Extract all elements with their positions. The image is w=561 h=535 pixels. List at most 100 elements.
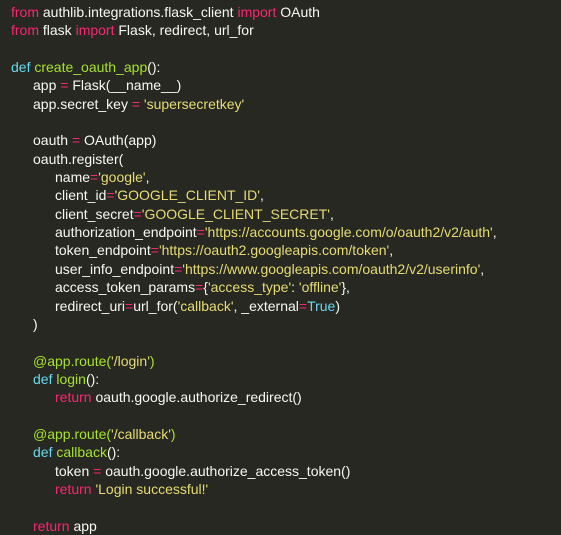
code-token: ) [335,297,341,314]
code-line: ) [11,315,561,333]
code-token: @app.route( [33,352,112,369]
code-token: = [90,169,99,186]
code-token: }, [341,279,350,296]
code-token: 'supersecretkey' [143,95,245,112]
code-line: return oauth.google.authorize_redirect() [11,388,561,406]
code-token: = [125,297,134,314]
code-token: return [55,389,92,406]
code-token: client_secret [55,205,134,222]
code-token: : [291,279,299,296]
code-token: OAuth(app) [80,132,157,149]
code-token: authorization_endpoint [55,224,197,241]
code-line: return 'Login successful!' [11,480,561,498]
code-token: name [55,169,91,186]
code-token: Flask(__name__) [68,77,182,94]
code-line: oauth = OAuth(app) [11,131,561,149]
code-editor[interactable]: from authlib.integrations.flask_client i… [0,0,561,534]
code-line: def create_oauth_app(): [11,58,561,76]
code-token: ) [149,352,155,369]
code-token: oauth.google.authorize_access_token() [101,462,351,479]
code-line: from flask import Flask, redirect, url_f… [11,21,561,39]
code-token: flask [39,22,76,39]
code-token: def [33,444,53,461]
code-token: def [33,370,53,387]
code-line: client_id='GOOGLE_CLIENT_ID', [11,186,561,204]
code-line: name='google', [11,168,561,186]
code-token: , [389,242,394,259]
code-line: def callback(): [11,443,561,461]
code-token: create_oauth_app [34,59,148,76]
code-token: , [492,224,497,241]
code-token: authlib.integrations.flask_client [39,4,238,20]
code-line: access_token_params={'access_type': 'off… [11,278,561,296]
code-token: 'google' [98,169,146,186]
code-token: oauth.register( [33,150,124,167]
code-token: import [237,4,277,20]
code-line: user_info_endpoint='https://www.googleap… [11,260,561,278]
code-token: , [329,205,334,222]
code-token: , [145,169,150,186]
code-token: = [196,224,205,241]
code-line: def login(): [11,370,561,388]
code-line: app = Flask(__name__) [11,76,561,94]
code-line: @app.route('/callback') [11,425,561,443]
code-token: 'https://www.googleapis.com/oauth2/v2/us… [182,260,481,277]
code-token: = [150,242,159,259]
code-token: = [106,187,115,204]
code-token: oauth.google.authorize_redirect() [91,389,302,406]
code-token: app.secret_key [33,95,132,112]
code-token: 'callback' [177,297,234,314]
code-token: from [11,22,39,39]
code-line: return app [11,517,561,535]
code-token: ) [170,425,176,442]
code-token: client_id [55,187,107,204]
code-token: token [55,462,94,479]
code-token: callback [56,444,107,461]
code-token: return [33,517,70,534]
code-token: return [55,480,92,497]
code-token: app [33,77,61,94]
code-token: = [131,95,141,112]
code-token: url_for( [133,297,178,314]
code-token: (): [106,444,121,461]
code-token: 'https://oauth2.googleapis.com/token' [158,242,390,259]
code-line: authorization_endpoint='https://accounts… [11,223,561,241]
code-token: 'offline' [298,279,342,296]
code-token: oauth [33,132,72,149]
code-token: (): [147,59,161,76]
code-token: @app.route( [33,425,112,442]
code-token: def [11,59,31,76]
code-token: user_info_endpoint [55,260,175,277]
code-token: 'https://accounts.google.com/o/oauth2/v2… [204,224,493,241]
code-token: = [133,205,142,222]
code-line: from authlib.integrations.flask_client i… [11,3,561,21]
code-token: login [56,370,86,387]
code-token: access_token_params [55,279,196,296]
code-token: = [298,297,308,314]
code-token: 'access_type' [207,279,292,296]
code-token: , [480,260,485,277]
code-line: oauth.register( [11,150,561,168]
code-token: '/callback' [111,425,171,442]
code-line: @app.route('/login') [11,352,561,370]
code-token: , _external [233,297,299,314]
code-token: True [307,297,336,314]
code-line: client_secret='GOOGLE_CLIENT_SECRET', [11,205,561,223]
code-token: 'GOOGLE_CLIENT_ID' [114,187,260,204]
code-token: 'Login successful!' [95,480,209,497]
code-token: Flask, redirect, url_for [114,22,254,39]
code-token: (): [85,370,100,387]
code-token: app [69,517,97,534]
code-body: from authlib.integrations.flask_client i… [11,3,561,535]
code-token: import [75,22,115,39]
code-token: '/login' [111,352,150,369]
code-line: token_endpoint='https://oauth2.googleapi… [11,241,561,259]
code-token: , [259,187,264,204]
code-token: OAuth [276,4,320,20]
code-line: redirect_uri=url_for('callback', _extern… [11,297,561,315]
